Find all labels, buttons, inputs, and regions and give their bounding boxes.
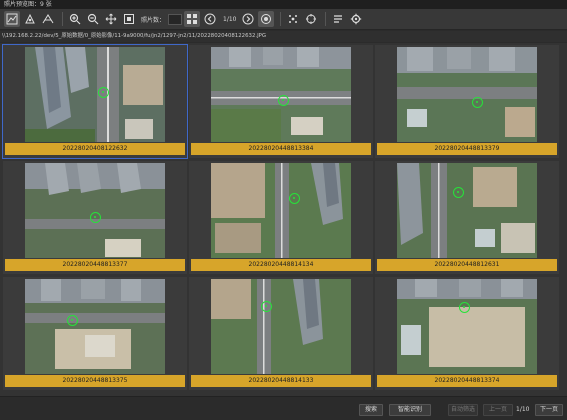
photo-cell[interactable]: 20228020448814134 [189,161,373,274]
grid-icon[interactable] [184,11,201,27]
photo-cell[interactable]: 20228020448813375 [3,277,187,390]
photo-cell[interactable]: 20228020448813377 [3,161,187,274]
photo-thumbnail [397,163,537,258]
photo-cell[interactable]: 20228020448813379 [375,45,559,158]
detail-view-icon[interactable] [22,11,38,27]
photo-thumbnail [211,279,351,374]
photo-cell[interactable]: 20228020408122632 [2,44,188,159]
fit-icon[interactable] [121,11,137,27]
gps-marker [289,193,300,204]
toolbar-divider [62,12,63,26]
photo-filename: 20228020448814134 [191,259,371,271]
photo-cell[interactable]: 20228020448813384 [189,45,373,158]
photo-thumbnail [397,279,537,374]
photo-thumbnail [25,47,165,142]
focus-icon[interactable] [257,11,274,27]
photo-thumbnail [397,47,537,142]
search-button[interactable]: 搜索 [359,404,383,416]
map-view-icon[interactable] [40,11,56,27]
photo-cell[interactable]: 20228020448812631 [375,161,559,274]
photos-per-row-label: 照片数： [141,16,166,24]
photo-filename: 20228020408122632 [5,143,185,155]
window-title: 照片预览图：9 张 [0,0,567,9]
photo-cell[interactable]: 20228020448814133 [189,277,373,390]
toolbar: 照片数： 1/10 [0,9,567,30]
list-icon[interactable] [330,11,346,27]
gps-marker [472,97,483,108]
next-page-icon[interactable] [240,11,256,27]
photo-thumbnail [25,163,165,258]
smart-search-button[interactable]: 智能识别 [389,404,431,416]
pan-icon[interactable] [103,11,119,27]
gps-marker [261,301,272,312]
footer-bar: 搜索 智能识别 自动筛选 上一页 1/10 下一页 [0,396,567,420]
photo-thumbnail [25,279,165,374]
photo-filename: 20228020448813377 [5,259,185,271]
settings-icon[interactable] [348,11,364,27]
target-icon[interactable] [303,11,319,27]
auto-filter-button[interactable]: 自动筛选 [448,404,478,416]
page-indicator: 1/10 [223,15,237,23]
photo-thumbnail [211,47,351,142]
photo-filename: 20228020448813379 [377,143,557,155]
gps-marker [459,302,470,313]
prev-page-icon[interactable] [202,11,218,27]
page-indicator: 1/10 [516,406,530,413]
gps-marker [90,212,101,223]
thumbnail-view-icon[interactable] [4,11,20,27]
gps-marker [278,95,289,106]
gps-marker [453,187,464,198]
gps-marker [98,87,109,98]
photo-cell[interactable]: 20228020448813374 [375,277,559,390]
toolbar-divider [279,12,281,26]
toolbar-divider [324,12,326,26]
next-page-button[interactable]: 下一页 [535,404,563,416]
photo-filename: 20228020448812631 [377,259,557,271]
gps-marker [67,315,78,326]
photo-filename: 20228020448813375 [5,375,185,387]
photo-thumbnail [211,163,351,258]
photo-filename: 20228020448813384 [191,143,371,155]
photo-filename: 20228020448813374 [377,375,557,387]
file-path: \\192.168.2.22/dev/5_原始数据/0_原始影像/11-9a90… [0,31,567,42]
prev-page-button[interactable]: 上一页 [483,404,513,416]
scatter-icon[interactable] [285,11,301,27]
zoom-out-icon[interactable] [85,11,101,27]
photo-filename: 20228020448814133 [191,375,371,387]
photos-per-row-input[interactable] [168,13,183,25]
photo-grid: 20228020408122632 20228020448813384 2022… [0,43,567,396]
zoom-in-icon[interactable] [67,11,83,27]
